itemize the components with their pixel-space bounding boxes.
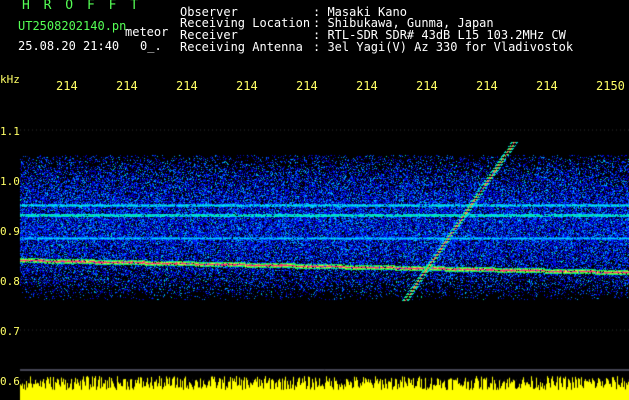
marker-text: 0_. xyxy=(140,39,162,53)
y-tick-label: 1.1 xyxy=(0,125,20,138)
x-tick-label: 214 xyxy=(116,79,138,93)
x-tick-label: 214 xyxy=(56,79,78,93)
y-tick-label: 0.9 xyxy=(0,225,20,238)
y-axis-unit: kHz xyxy=(0,73,20,86)
app-title: H R O F F T xyxy=(22,0,142,13)
x-tick-label: 214 xyxy=(356,79,378,93)
antenna-value: : 3el Yagi(V) Az 330 for Vladivostok xyxy=(313,40,574,54)
meteor-label: meteor xyxy=(125,25,169,39)
x-tick-label: 214 xyxy=(416,79,438,93)
y-tick-label: 0.7 xyxy=(0,325,20,338)
x-tick-label: 214 xyxy=(476,79,498,93)
file-name: UT2508202140.pn xyxy=(18,19,127,33)
x-tick-label: 214 xyxy=(296,79,318,93)
y-tick-label: 0.8 xyxy=(0,275,20,288)
y-tick-label: 0.6 xyxy=(0,375,20,388)
x-tick-label: 214 xyxy=(236,79,258,93)
x-tick-label: 2150 xyxy=(596,79,625,93)
y-tick-label: 1.0 xyxy=(0,175,20,188)
antenna-label: Receiving Antenna xyxy=(180,40,303,54)
timestamp: 25.08.20 21:40 xyxy=(18,39,120,53)
x-tick-label: 214 xyxy=(176,79,198,93)
x-tick-label: 214 xyxy=(536,79,558,93)
spectrogram-canvas xyxy=(0,60,629,400)
